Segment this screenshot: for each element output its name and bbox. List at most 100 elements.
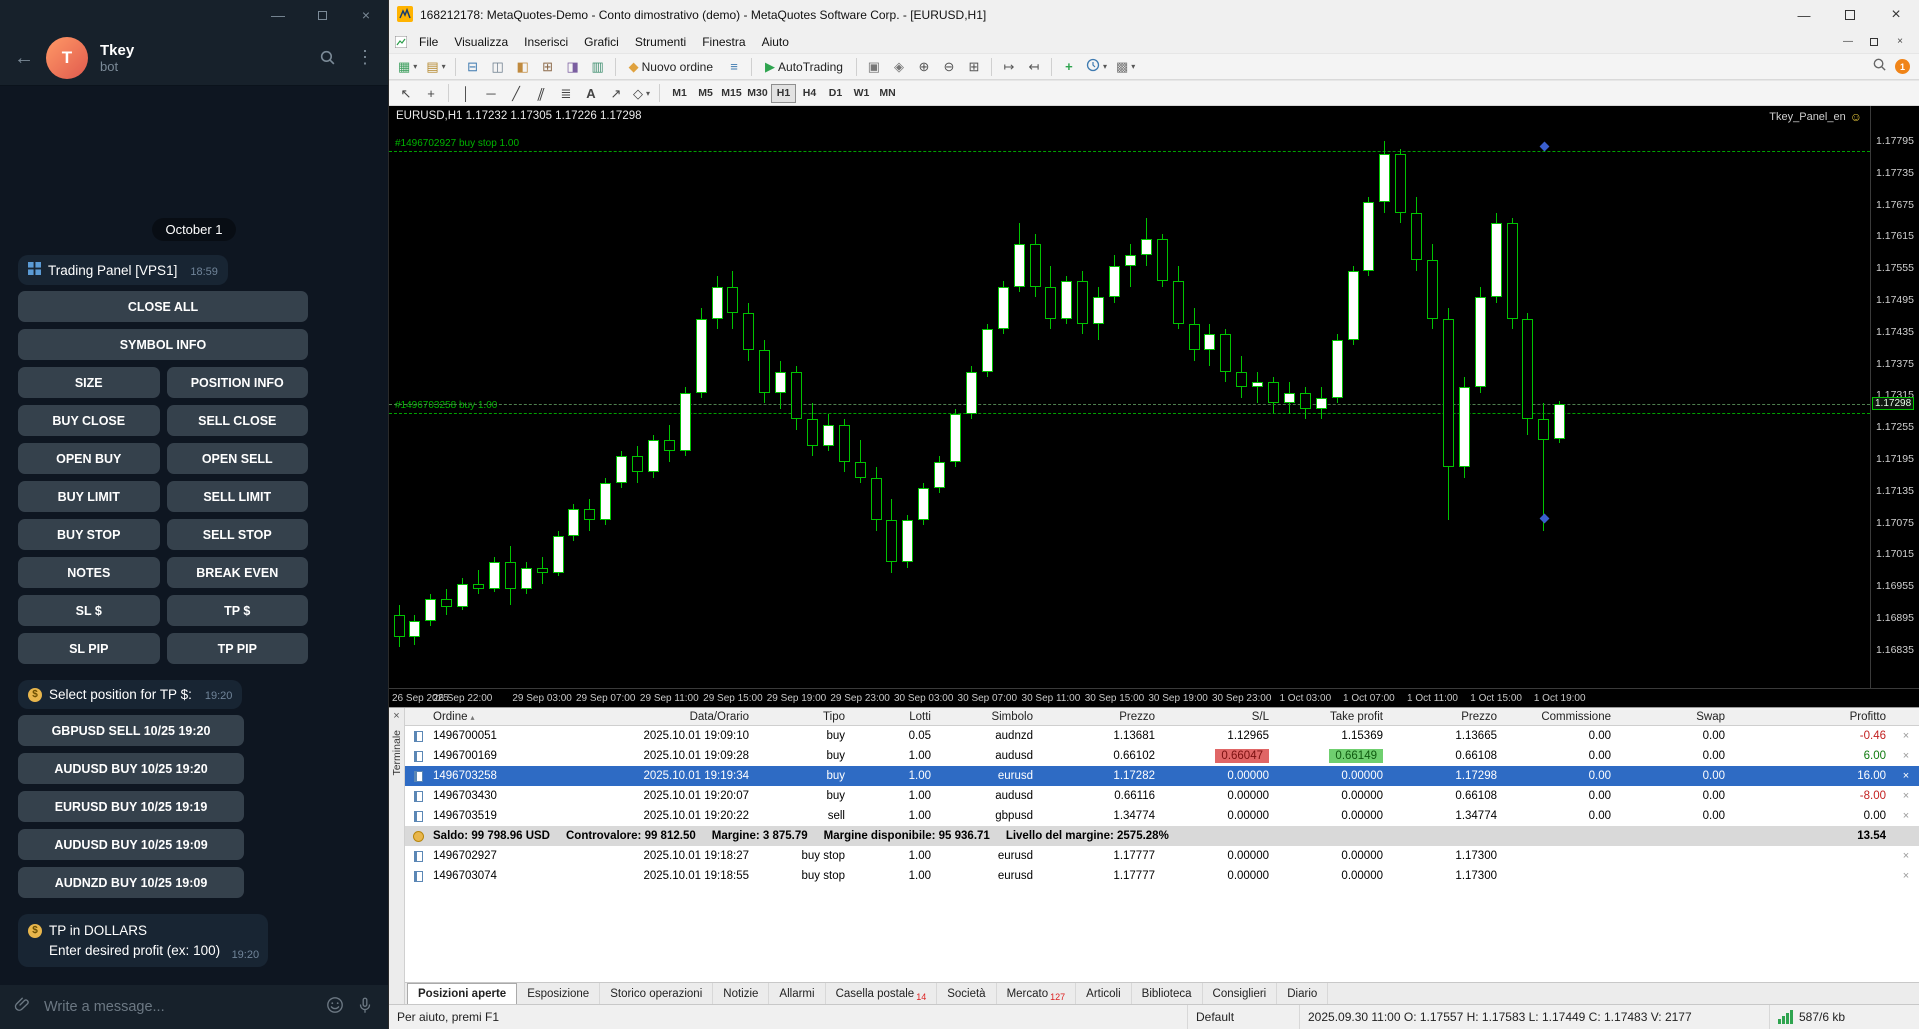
notification-badge[interactable]: 1 bbox=[1895, 59, 1910, 74]
timeframe-m30[interactable]: M30 bbox=[745, 84, 770, 103]
column-header-tipo[interactable]: Tipo bbox=[755, 711, 851, 723]
close-position-button[interactable]: × bbox=[1903, 770, 1909, 782]
fibonacci-button[interactable]: ≣ bbox=[554, 82, 578, 104]
timeframe-d1[interactable]: D1 bbox=[823, 84, 848, 103]
column-header-data-orario[interactable]: Data/Orario bbox=[523, 711, 755, 723]
price-scale[interactable]: 1.17795 1.17735 1.17675 1.17615 1.17555 1.174… bbox=[1870, 106, 1919, 688]
objects-list-button[interactable]: ◈ bbox=[887, 56, 911, 78]
cursor-button[interactable]: ↖ bbox=[394, 82, 418, 104]
keyboard-button-sell-stop[interactable]: SELL STOP bbox=[166, 519, 308, 550]
keyboard-button-sell-close[interactable]: SELL CLOSE bbox=[166, 405, 308, 436]
close-position-button[interactable]: × bbox=[1903, 850, 1909, 862]
navigator-button[interactable]: ◧ bbox=[511, 56, 535, 78]
tab-casella-postale[interactable]: Casella postale 14 bbox=[826, 983, 938, 1004]
keyboard-button-buy-close[interactable]: BUY CLOSE bbox=[18, 405, 160, 436]
keyboard-button-symbol-info[interactable]: SYMBOL INFO bbox=[18, 329, 308, 360]
auto-scroll-button[interactable]: ↦ bbox=[997, 56, 1021, 78]
chart-plot[interactable]: EURUSD,H1 1.17232 1.17305 1.17226 1.1729… bbox=[389, 106, 1870, 688]
toolbox-button[interactable]: ⊞ bbox=[536, 56, 560, 78]
search-icon[interactable] bbox=[1872, 57, 1887, 77]
mt5-maximize-button[interactable] bbox=[1827, 0, 1873, 30]
menu-inserisci[interactable]: Inserisci bbox=[516, 32, 576, 52]
tab-articoli[interactable]: Articoli bbox=[1076, 983, 1132, 1004]
keyboard-button-notes[interactable]: NOTES bbox=[18, 557, 160, 588]
timeframe-mn[interactable]: MN bbox=[875, 84, 900, 103]
menu-kebab-icon[interactable]: ⋮ bbox=[356, 47, 374, 68]
chat-title-box[interactable]: Tkey bot bbox=[100, 42, 299, 74]
close-position-button[interactable]: × bbox=[1903, 750, 1909, 762]
tab-posizioni-aperte[interactable]: Posizioni aperte bbox=[407, 983, 518, 1004]
periods-button[interactable]: ▾ bbox=[1082, 56, 1111, 78]
keyboard-button-open-buy[interactable]: OPEN BUY bbox=[18, 443, 160, 474]
column-header-lotti[interactable]: Lotti bbox=[851, 711, 937, 723]
timeframe-h1[interactable]: H1 bbox=[771, 83, 797, 103]
menu-visualizza[interactable]: Visualizza bbox=[446, 32, 516, 52]
metaeditor-button[interactable]: ≡ bbox=[722, 56, 746, 78]
new-chart-button[interactable]: ▦ ▾ bbox=[394, 56, 421, 78]
position-button-audnzd-buy-10-25-19-09[interactable]: AUDNZD BUY 10/25 19:09 bbox=[18, 867, 244, 898]
pending-order-row-1496703074[interactable]: 1496703074 2025.10.01 19:18:55 buy stop 1.0… bbox=[405, 866, 1919, 886]
expert-advisor-label[interactable]: Tkey_Panel_en ☺ bbox=[1769, 110, 1862, 124]
tab-storico-operazioni[interactable]: Storico operazioni bbox=[600, 983, 714, 1004]
shapes-button[interactable]: ◇ ▾ bbox=[629, 82, 654, 104]
tab-esposizione[interactable]: Esposizione bbox=[517, 983, 601, 1004]
close-position-button[interactable]: × bbox=[1903, 790, 1909, 802]
column-header-ordine[interactable]: Ordine ▴ bbox=[431, 711, 523, 723]
arrow-objects-button[interactable]: ↗ bbox=[604, 82, 628, 104]
telegram-minimize-button[interactable]: — bbox=[256, 0, 300, 30]
timeframe-m5[interactable]: M5 bbox=[693, 84, 718, 103]
chart-window-icon[interactable] bbox=[395, 35, 407, 48]
menu-strumenti[interactable]: Strumenti bbox=[627, 32, 694, 52]
keyboard-button-size[interactable]: SIZE bbox=[18, 367, 160, 398]
position-row-1496700051[interactable]: 1496700051 2025.10.01 19:09:10 buy 0.05 audn… bbox=[405, 726, 1919, 746]
child-minimize-button[interactable]: — bbox=[1835, 36, 1861, 47]
timeframe-m15[interactable]: M15 bbox=[719, 84, 744, 103]
menu-grafici[interactable]: Grafici bbox=[576, 32, 627, 52]
new-order-button[interactable]: ◆ Nuovo ordine bbox=[621, 56, 721, 78]
equidistant-channel-button[interactable]: ∥ bbox=[529, 82, 553, 104]
avatar[interactable]: T bbox=[46, 36, 88, 79]
column-header-prezzo[interactable]: Prezzo bbox=[1039, 711, 1161, 723]
column-header-simbolo[interactable]: Simbolo bbox=[937, 711, 1039, 723]
mt5-minimize-button[interactable]: — bbox=[1781, 0, 1827, 30]
tab-societ[interactable]: Società bbox=[937, 983, 997, 1004]
menu-aiuto[interactable]: Aiuto bbox=[754, 32, 797, 52]
search-icon[interactable] bbox=[319, 49, 336, 66]
position-button-gbpusd-sell-10-25-19-20[interactable]: GBPUSD SELL 10/25 19:20 bbox=[18, 715, 244, 746]
time-scale[interactable]: 26 Sep 2025 26 Sep 22:00 29 Sep 03:00 29 Se… bbox=[389, 688, 1919, 707]
tab-mercato[interactable]: Mercato 127 bbox=[997, 983, 1077, 1004]
keyboard-button-buy-limit[interactable]: BUY LIMIT bbox=[18, 481, 160, 512]
keyboard-button-break-even[interactable]: BREAK EVEN bbox=[166, 557, 308, 588]
keyboard-button-position-info[interactable]: POSITION INFO bbox=[166, 367, 308, 398]
position-row-1496703519[interactable]: 1496703519 2025.10.01 19:20:22 sell 1.00 gbp… bbox=[405, 806, 1919, 826]
indicators-button[interactable]: + bbox=[1057, 56, 1081, 78]
emoji-icon[interactable] bbox=[326, 996, 344, 1019]
keyboard-button-sell-limit[interactable]: SELL LIMIT bbox=[166, 481, 308, 512]
keyboard-button-sl[interactable]: SL $ bbox=[18, 595, 160, 626]
column-header-commissione[interactable]: Commissione bbox=[1503, 711, 1617, 723]
keyboard-button-tp[interactable]: TP $ bbox=[166, 595, 308, 626]
position-button-audusd-buy-10-25-19-09[interactable]: AUDUSD BUY 10/25 19:09 bbox=[18, 829, 244, 860]
tile-windows-button[interactable]: ⊞ bbox=[962, 56, 986, 78]
position-button-eurusd-buy-10-25-19-19[interactable]: EURUSD BUY 10/25 19:19 bbox=[18, 791, 244, 822]
position-button-audusd-buy-10-25-19-20[interactable]: AUDUSD BUY 10/25 19:20 bbox=[18, 753, 244, 784]
close-position-button[interactable]: × bbox=[1903, 730, 1909, 742]
column-header-take-profit[interactable]: Take profit bbox=[1275, 711, 1389, 723]
keyboard-button-open-sell[interactable]: OPEN SELL bbox=[166, 443, 308, 474]
keyboard-button-tp-pip[interactable]: TP PIP bbox=[166, 633, 308, 664]
column-header-profitto[interactable]: Profitto bbox=[1731, 711, 1892, 723]
position-row-1496703258[interactable]: 1496703258 2025.10.01 19:19:34 buy 1.00 euru… bbox=[405, 766, 1919, 786]
horizontal-line-button[interactable]: ─ bbox=[479, 82, 503, 104]
tab-notizie[interactable]: Notizie bbox=[713, 983, 770, 1004]
tab-diario[interactable]: Diario bbox=[1277, 983, 1329, 1004]
timeframe-h4[interactable]: H4 bbox=[797, 84, 822, 103]
attach-paperclip-icon[interactable] bbox=[14, 996, 32, 1019]
crosshair-button[interactable]: + bbox=[419, 82, 443, 104]
data-window-button[interactable]: ◫ bbox=[486, 56, 510, 78]
tab-allarmi[interactable]: Allarmi bbox=[769, 983, 826, 1004]
child-restore-button[interactable] bbox=[1861, 36, 1887, 47]
new-window-button[interactable]: ▣ bbox=[862, 56, 886, 78]
menu-finestra[interactable]: Finestra bbox=[694, 32, 753, 52]
back-arrow-icon[interactable]: ← bbox=[14, 48, 34, 68]
keyboard-button-close-all[interactable]: CLOSE ALL bbox=[18, 291, 308, 322]
